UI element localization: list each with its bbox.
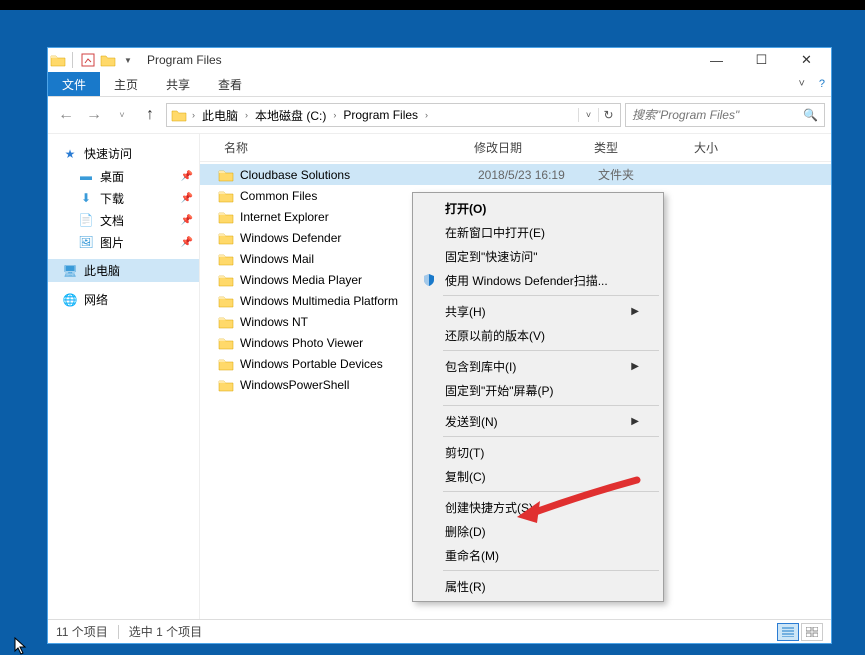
- nav-forward-button: →: [82, 103, 106, 127]
- column-name[interactable]: 名称: [218, 139, 468, 156]
- cursor-icon: [14, 637, 28, 655]
- search-box[interactable]: 🔍: [625, 103, 825, 127]
- navigation-pane: ★ 快速访问 ▬ 桌面📌 ⬇ 下载📌 📄 文档📌 🖼 图片📌: [48, 134, 200, 619]
- chevron-right-icon: ▶: [631, 361, 639, 372]
- pin-icon: 📌: [181, 215, 193, 226]
- nav-recent-button[interactable]: ˅: [110, 103, 134, 127]
- pin-icon: 📌: [181, 193, 193, 204]
- column-type[interactable]: 类型: [588, 139, 688, 156]
- address-history-button[interactable]: ˅: [578, 108, 598, 122]
- ctx-include-library[interactable]: 包含到库中(I)▶: [415, 354, 661, 378]
- ribbon-help-icon[interactable]: ?: [819, 78, 825, 90]
- nav-back-button[interactable]: ←: [54, 103, 78, 127]
- ctx-properties[interactable]: 属性(R): [415, 574, 661, 598]
- ctx-restore-versions[interactable]: 还原以前的版本(V): [415, 323, 661, 347]
- folder-icon: [218, 378, 234, 392]
- folder-icon: [218, 273, 234, 287]
- chevron-right-icon[interactable]: ›: [189, 110, 198, 120]
- ctx-open-new-window[interactable]: 在新窗口中打开(E): [415, 220, 661, 244]
- file-type: 文件夹: [598, 166, 698, 183]
- minimize-button[interactable]: —: [694, 49, 739, 71]
- status-selected: 选中 1 个项目: [129, 623, 202, 640]
- ctx-copy[interactable]: 复制(C): [415, 464, 661, 488]
- context-menu: 打开(O) 在新窗口中打开(E) 固定到"快速访问" 使用 Windows De…: [412, 192, 664, 602]
- desktop-icon: ▬: [78, 168, 94, 184]
- ctx-rename[interactable]: 重命名(M): [415, 543, 661, 567]
- chevron-right-icon: ▶: [631, 306, 639, 317]
- ctx-share[interactable]: 共享(H)▶: [415, 299, 661, 323]
- chevron-right-icon[interactable]: ›: [330, 110, 339, 120]
- folder-icon: [218, 357, 234, 371]
- window-title: Program Files: [147, 53, 222, 67]
- folder-icon: [218, 315, 234, 329]
- nav-up-button[interactable]: ↑: [138, 103, 162, 127]
- ctx-open[interactable]: 打开(O): [415, 196, 661, 220]
- file-name: Cloudbase Solutions: [240, 168, 478, 182]
- folder-icon: [218, 189, 234, 203]
- folder-icon: [218, 336, 234, 350]
- nav-quick-access[interactable]: ★ 快速访问: [48, 142, 199, 165]
- computer-icon: 🖥: [62, 263, 78, 279]
- ctx-defender-scan[interactable]: 使用 Windows Defender扫描...: [415, 268, 661, 292]
- column-size[interactable]: 大小: [688, 139, 758, 156]
- nav-item-documents[interactable]: 📄 文档📌: [48, 209, 199, 231]
- folder-icon: [218, 210, 234, 224]
- address-row: ← → ˅ ↑ › 此电脑 › 本地磁盘 (C:) › Program File…: [48, 97, 831, 133]
- network-icon: 🌐: [62, 292, 78, 308]
- qat-dropdown-icon[interactable]: ▼: [119, 51, 137, 69]
- file-date: 2018/5/23 16:19: [478, 168, 598, 182]
- breadcrumb-drive[interactable]: 本地磁盘 (C:): [251, 104, 330, 126]
- nav-item-desktop[interactable]: ▬ 桌面📌: [48, 165, 199, 187]
- folder-icon: [218, 231, 234, 245]
- window-folder-icon: [50, 53, 66, 67]
- star-icon: ★: [62, 146, 78, 162]
- breadcrumb-folder[interactable]: Program Files: [339, 104, 422, 126]
- ctx-create-shortcut[interactable]: 创建快捷方式(S): [415, 495, 661, 519]
- file-row[interactable]: Cloudbase Solutions2018/5/23 16:19文件夹: [200, 164, 831, 185]
- folder-icon: [218, 252, 234, 266]
- search-icon[interactable]: 🔍: [803, 108, 818, 122]
- ctx-delete[interactable]: 删除(D): [415, 519, 661, 543]
- ribbon-tab-share[interactable]: 共享: [152, 72, 204, 96]
- breadcrumb-root[interactable]: 此电脑: [198, 104, 242, 126]
- pin-icon: 📌: [181, 171, 193, 182]
- document-icon: 📄: [78, 212, 94, 228]
- folder-icon: [218, 168, 234, 182]
- chevron-right-icon[interactable]: ›: [422, 110, 431, 120]
- address-refresh-button[interactable]: ↻: [598, 108, 618, 122]
- address-bar[interactable]: › 此电脑 › 本地磁盘 (C:) › Program Files › ˅ ↻: [166, 103, 621, 127]
- nav-this-pc[interactable]: 🖥 此电脑: [48, 259, 199, 282]
- chevron-right-icon: ▶: [631, 416, 639, 427]
- nav-item-pictures[interactable]: 🖼 图片📌: [48, 231, 199, 253]
- ctx-send-to[interactable]: 发送到(N)▶: [415, 409, 661, 433]
- column-headers: 名称 修改日期 类型 大小: [200, 134, 831, 162]
- ribbon-tab-home[interactable]: 主页: [100, 72, 152, 96]
- chevron-right-icon[interactable]: ›: [242, 110, 251, 120]
- ribbon-tab-file[interactable]: 文件: [48, 72, 100, 96]
- search-input[interactable]: [632, 108, 803, 122]
- status-count: 11 个项目: [56, 623, 108, 640]
- column-date[interactable]: 修改日期: [468, 139, 588, 156]
- maximize-button[interactable]: ☐: [739, 49, 784, 71]
- status-bar: 11 个项目 选中 1 个项目: [48, 619, 831, 643]
- pin-icon: 📌: [181, 237, 193, 248]
- qat-newfolder-icon[interactable]: [99, 51, 117, 69]
- close-button[interactable]: ✕: [784, 49, 829, 71]
- ctx-pin-start[interactable]: 固定到"开始"屏幕(P): [415, 378, 661, 402]
- ctx-pin-quick-access[interactable]: 固定到"快速访问": [415, 244, 661, 268]
- folder-icon: [218, 294, 234, 308]
- nav-network[interactable]: 🌐 网络: [48, 288, 199, 311]
- pictures-icon: 🖼: [78, 234, 94, 250]
- shield-icon: [421, 272, 437, 288]
- view-icons-button[interactable]: [801, 623, 823, 641]
- ribbon-tabs: 文件 主页 共享 查看 ˅ ?: [48, 72, 831, 97]
- ctx-cut[interactable]: 剪切(T): [415, 440, 661, 464]
- ribbon-expand-icon[interactable]: ˅: [798, 78, 804, 90]
- titlebar[interactable]: ▼ Program Files — ☐ ✕: [48, 48, 831, 72]
- view-details-button[interactable]: [777, 623, 799, 641]
- ribbon-tab-view[interactable]: 查看: [204, 72, 256, 96]
- nav-item-downloads[interactable]: ⬇ 下载📌: [48, 187, 199, 209]
- download-icon: ⬇: [78, 190, 94, 206]
- qat-properties-icon[interactable]: [79, 51, 97, 69]
